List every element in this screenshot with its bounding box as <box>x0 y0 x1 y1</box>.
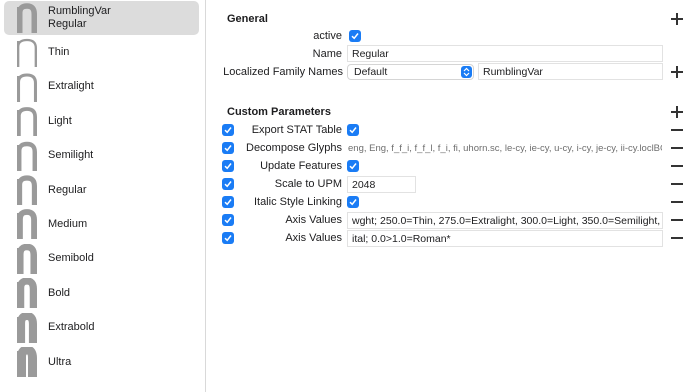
add-parameter-plus-icon[interactable] <box>671 106 683 118</box>
parameter-value-field[interactable]: 2048 <box>347 176 416 193</box>
instance-name: Thin <box>48 45 70 58</box>
instances-sidebar: RumblingVar Regular Thin Extralight Light Sem… <box>0 0 206 392</box>
parameter-enabled-checkbox[interactable] <box>222 160 234 172</box>
glyph-n-icon <box>14 140 40 172</box>
instance-name: Bold <box>48 286 71 299</box>
parameter-value-checkbox[interactable] <box>347 160 359 172</box>
instance-name: Semibold <box>48 252 94 265</box>
remove-parameter-minus-icon[interactable] <box>671 129 683 131</box>
glyph-n-icon <box>14 174 40 206</box>
general-section-title: General <box>227 13 268 25</box>
remove-parameter-minus-icon[interactable] <box>671 183 683 185</box>
name-field[interactable]: Regular <box>347 45 663 62</box>
localized-family-names-label: Localized Family Names <box>223 66 343 78</box>
parameter-enabled-checkbox[interactable] <box>222 142 234 154</box>
name-label: Name <box>312 48 342 60</box>
instance-labels: Regular <box>48 184 87 197</box>
sidebar-instance-item[interactable]: Ultra <box>4 345 199 379</box>
parameter-name: Decompose Glyphs <box>246 142 342 154</box>
instance-name: Medium <box>48 217 88 230</box>
sidebar-instance-item[interactable]: Medium <box>4 207 199 241</box>
sidebar-instance-item[interactable]: Semilight <box>4 139 199 173</box>
instance-name: Regular <box>48 183 87 196</box>
sidebar-instance-item[interactable]: Bold <box>4 276 199 310</box>
glyph-n-icon <box>14 36 40 68</box>
instance-name: Ultra <box>48 355 72 368</box>
glyph-n-icon <box>14 208 40 240</box>
glyph-n-icon <box>14 105 40 137</box>
parameter-enabled-checkbox[interactable] <box>222 196 234 208</box>
sidebar-instance-item[interactable]: Semibold <box>4 242 199 276</box>
glyph-n-icon <box>14 2 40 34</box>
instance-labels: Extralight <box>48 80 94 93</box>
remove-parameter-minus-icon[interactable] <box>671 165 683 167</box>
instance-labels: Thin <box>48 46 69 59</box>
instance-name: Light <box>48 114 72 127</box>
instance-labels: RumblingVar Regular <box>48 5 111 31</box>
instance-labels: Semilight <box>48 149 93 162</box>
parameter-enabled-checkbox[interactable] <box>222 124 234 136</box>
parameter-enabled-checkbox[interactable] <box>222 178 234 190</box>
active-checkbox[interactable] <box>349 30 361 42</box>
remove-parameter-minus-icon[interactable] <box>671 237 683 239</box>
sidebar-instance-item[interactable]: Extrabold <box>4 311 199 345</box>
instance-labels: Extrabold <box>48 321 94 334</box>
instance-labels: Semibold <box>48 252 94 265</box>
glyph-n-icon <box>14 71 40 103</box>
instance-name: RumblingVar <box>48 5 111 17</box>
parameter-enabled-checkbox[interactable] <box>222 232 234 244</box>
sidebar-instance-item[interactable]: Extralight <box>4 70 199 104</box>
parameter-name: Update Features <box>260 160 342 172</box>
active-label: active <box>313 30 342 42</box>
sidebar-instance-item[interactable]: Thin <box>4 35 199 69</box>
sidebar-instance-item[interactable]: Regular <box>4 173 199 207</box>
remove-parameter-minus-icon[interactable] <box>671 147 683 149</box>
parameter-name: Italic Style Linking <box>253 196 342 208</box>
glyph-n-icon <box>14 243 40 275</box>
localized-family-name-field[interactable]: RumblingVar <box>478 63 663 80</box>
instance-labels: Bold <box>48 287 70 300</box>
instance-name: Extrabold <box>48 321 95 334</box>
parameter-name: Axis Values <box>285 214 342 226</box>
custom-parameters-title: Custom Parameters <box>227 106 331 118</box>
instance-name: Extralight <box>48 80 94 93</box>
instance-labels: Ultra <box>48 356 71 369</box>
add-general-plus-icon[interactable] <box>671 13 683 25</box>
remove-parameter-minus-icon[interactable] <box>671 219 683 221</box>
instance-style-name: Regular <box>48 18 87 30</box>
instance-labels: Light <box>48 115 72 128</box>
glyph-n-icon <box>14 277 40 309</box>
parameter-name: Export STAT Table <box>251 124 342 136</box>
sidebar-instance-item[interactable]: RumblingVar Regular <box>4 1 199 35</box>
parameter-name: Scale to UPM <box>274 178 342 190</box>
instance-name: Semilight <box>48 149 94 162</box>
parameter-value-checkbox[interactable] <box>347 196 359 208</box>
language-popup[interactable]: Default <box>347 64 474 80</box>
parameter-name: Axis Values <box>285 232 342 244</box>
checkmark-icon <box>351 33 359 40</box>
parameter-value-field[interactable]: wght; 250.0=Thin, 275.0=Extralight, 300.… <box>347 212 663 229</box>
remove-parameter-minus-icon[interactable] <box>671 201 683 203</box>
glyph-n-icon <box>14 312 40 344</box>
parameter-value-checkbox[interactable] <box>347 124 359 136</box>
glyph-n-icon <box>14 346 40 378</box>
popup-chevron-icon <box>461 66 472 78</box>
parameter-enabled-checkbox[interactable] <box>222 214 234 226</box>
sidebar-instance-item[interactable]: Light <box>4 104 199 138</box>
parameter-value-text[interactable]: eng, Eng, f_f_i, f_f_l, f_i, fi, uhorn.s… <box>348 143 662 155</box>
instance-labels: Medium <box>48 218 87 231</box>
language-popup-value: Default <box>354 66 388 78</box>
parameter-value-field[interactable]: ital; 0.0>1.0=Roman* <box>347 230 663 247</box>
add-localized-name-plus-icon[interactable] <box>671 66 683 78</box>
